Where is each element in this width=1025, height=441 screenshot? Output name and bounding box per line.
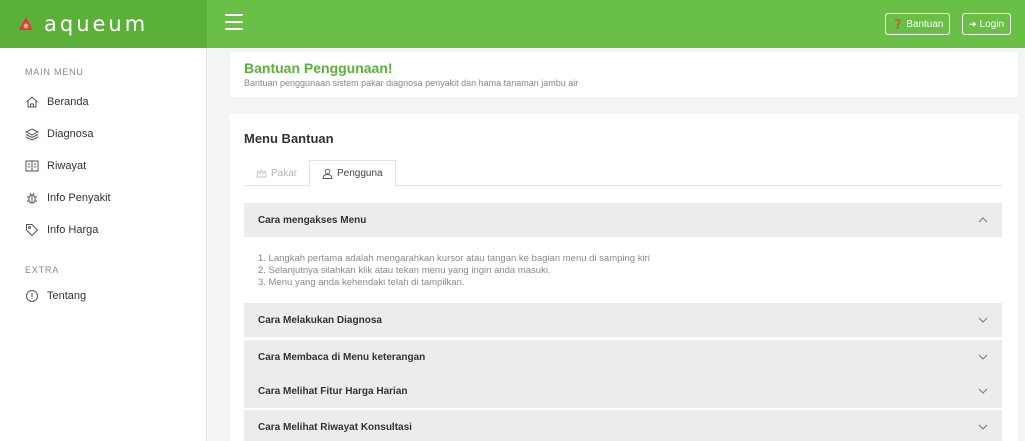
accordion-title: Cara Melihat Riwayat Konsultasi xyxy=(258,421,412,433)
accordion-item-info-menu[interactable]: Cara Membaca di Menu keterangan xyxy=(244,340,1002,374)
tab-pakar[interactable]: Pakar xyxy=(244,160,309,186)
brand-name: aqueum xyxy=(44,12,149,36)
accordion-title: Cara Membaca di Menu keterangan xyxy=(258,351,426,363)
chevron-up-icon xyxy=(978,217,988,223)
user-icon xyxy=(322,168,333,179)
bug-icon xyxy=(27,192,37,204)
accordion-body: 1. Langkah pertama adalah mengarahkan ku… xyxy=(258,253,650,289)
sidebar: MAIN MENU Beranda Diagnosa Riwayat Info … xyxy=(0,48,207,441)
brand[interactable]: aqueum xyxy=(0,0,207,48)
sidebar-item-label: Beranda xyxy=(47,96,89,108)
sign-in-icon: ➜ xyxy=(969,18,977,29)
tab-label: Pengguna xyxy=(337,168,383,179)
sidebar-item-riwayat[interactable]: Riwayat xyxy=(25,159,86,173)
section-title: Menu Bantuan xyxy=(244,131,334,146)
chevron-down-icon xyxy=(978,317,988,323)
tab-label: Pakar xyxy=(271,167,298,179)
accordion-title: Cara Melihat Fitur Harga Harian xyxy=(258,385,408,397)
sidebar-item-tentang[interactable]: Tentang xyxy=(25,289,86,303)
tag-icon xyxy=(26,224,39,237)
menu-toggle-icon[interactable] xyxy=(225,14,243,30)
chevron-down-icon xyxy=(978,388,988,394)
page-title: Bantuan Penggunaan! xyxy=(244,60,393,76)
help-button[interactable]: ❓ Bantuan xyxy=(885,13,951,35)
info-icon xyxy=(26,290,38,302)
question-circle-icon: ❓ xyxy=(892,18,904,29)
accordion-title: Cara Melakukan Diagnosa xyxy=(258,314,382,326)
sidebar-item-label: Tentang xyxy=(47,290,87,302)
sidebar-item-label: Info Harga xyxy=(47,224,99,236)
sidebar-item-label: Diagnosa xyxy=(47,128,94,140)
sidebar-section-extra: EXTRA xyxy=(25,265,60,275)
chevron-down-icon xyxy=(978,354,988,360)
page-subtitle: Bantuan penggunaan sistem pakar diagnosa… xyxy=(244,78,579,88)
page-header-card: Bantuan Penggunaan! Bantuan penggunaan s… xyxy=(230,52,1018,97)
tab-bar: Pakar Pengguna xyxy=(244,160,1002,187)
sidebar-item-info-penyakit[interactable]: Info Penyakit xyxy=(25,191,111,205)
instruction-line: 3. Menu yang anda kehendaki telah di tam… xyxy=(258,277,465,288)
sidebar-item-beranda[interactable]: Beranda xyxy=(25,95,89,109)
help-button-label: Bantuan xyxy=(906,18,944,30)
brand-logo-icon xyxy=(19,17,33,30)
chevron-down-icon xyxy=(978,424,988,430)
sidebar-item-label: Riwayat xyxy=(47,160,87,172)
book-icon xyxy=(25,160,39,172)
login-button-label: Login xyxy=(979,18,1005,30)
sidebar-item-diagnosa[interactable]: Diagnosa xyxy=(25,127,93,141)
accordion-title: Cara mengakses Menu xyxy=(258,214,367,226)
sidebar-item-label: Info Penyakit xyxy=(47,192,111,204)
top-navbar: aqueum ❓ Bantuan ➜ Login xyxy=(0,0,1025,48)
sidebar-item-info-harga[interactable]: Info Harga xyxy=(25,223,98,237)
instruction-line: 2. Selanjutnya silahkan klik atau tekan … xyxy=(258,265,551,276)
accordion-item-daily-price[interactable]: Cara Melihat Fitur Harga Harian xyxy=(244,374,1002,408)
accordion-item-diagnosis[interactable]: Cara Melakukan Diagnosa xyxy=(244,303,1002,337)
login-button[interactable]: ➜ Login xyxy=(962,13,1012,35)
instruction-line: 1. Langkah pertama adalah mengarahkan ku… xyxy=(258,253,650,264)
crown-icon xyxy=(256,168,267,177)
sidebar-section-main: MAIN MENU xyxy=(25,67,84,77)
help-menu-card: Menu Bantuan Pakar Pengguna Cara mengaks… xyxy=(230,114,1018,441)
accordion-item-access-menu[interactable]: Cara mengakses Menu xyxy=(244,203,1002,237)
home-icon xyxy=(26,96,38,108)
tab-pengguna[interactable]: Pengguna xyxy=(309,160,396,187)
accordion-item-history[interactable]: Cara Melihat Riwayat Konsultasi xyxy=(244,410,1002,441)
layers-icon xyxy=(25,128,39,141)
